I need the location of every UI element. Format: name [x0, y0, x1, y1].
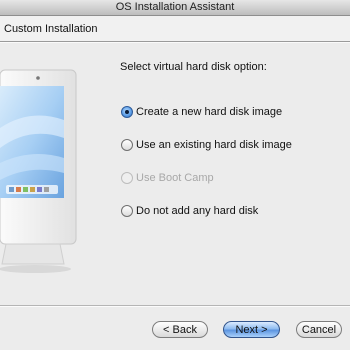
next-button[interactable]: Next >: [223, 321, 280, 338]
page-header: Custom Installation: [0, 16, 350, 42]
option-label-use-existing: Use an existing hard disk image: [136, 139, 292, 151]
option-label-no-disk: Do not add any hard disk: [136, 205, 259, 217]
header-divider-highlight: [0, 42, 350, 43]
window-title: OS Installation Assistant: [115, 1, 235, 13]
prompt-label: Select virtual hard disk option:: [120, 61, 267, 73]
computer-illustration: [0, 68, 80, 278]
option-no-disk[interactable]: Do not add any hard disk: [121, 204, 258, 218]
cancel-button[interactable]: Cancel: [296, 321, 342, 338]
option-label-create-new: Create a new hard disk image: [136, 106, 283, 118]
radio-no-disk[interactable]: [121, 205, 133, 217]
option-create-new[interactable]: Create a new hard disk image: [121, 105, 282, 119]
radio-create-new[interactable]: [121, 106, 133, 118]
option-label-boot-camp: Use Boot Camp: [136, 172, 214, 184]
back-button[interactable]: < Back: [152, 321, 208, 338]
page-title: Custom Installation: [4, 23, 98, 35]
window-titlebar[interactable]: OS Installation Assistant: [0, 0, 350, 16]
radio-use-existing[interactable]: [121, 139, 133, 151]
footer-divider-highlight: [0, 306, 350, 307]
radio-boot-camp: [121, 172, 133, 184]
option-boot-camp: Use Boot Camp: [121, 171, 214, 185]
imac-icon: [0, 69, 77, 273]
option-use-existing[interactable]: Use an existing hard disk image: [121, 138, 292, 152]
